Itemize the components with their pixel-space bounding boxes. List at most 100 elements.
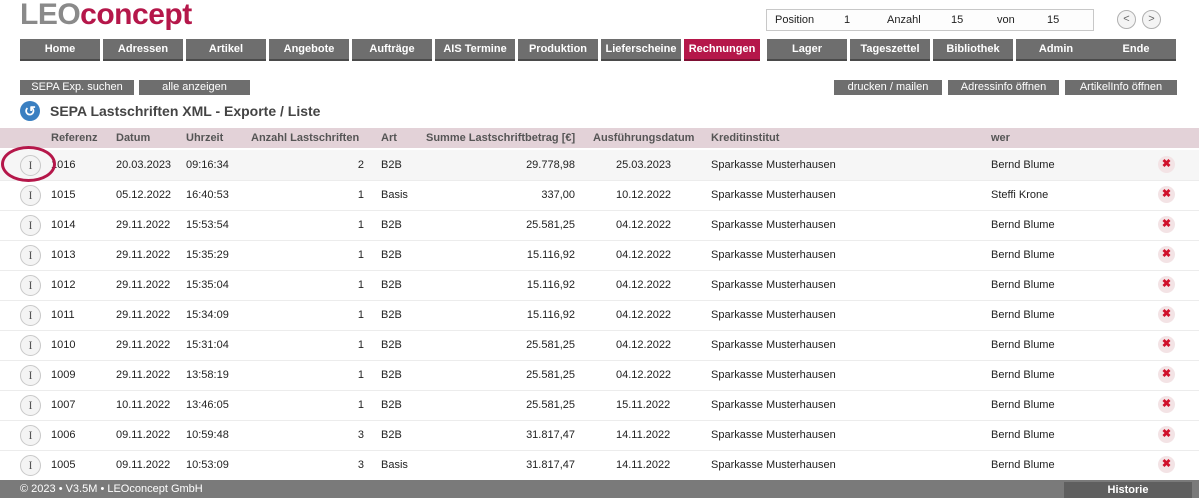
delete-icon[interactable]: ✖ bbox=[1158, 366, 1175, 383]
cell-ref: 1014 bbox=[51, 219, 76, 231]
col-time[interactable]: Uhrzeit bbox=[186, 132, 223, 144]
delete-icon[interactable]: ✖ bbox=[1158, 186, 1175, 203]
menu-item-ende[interactable]: Ende bbox=[1096, 39, 1176, 61]
menu-item-angebote[interactable]: Angebote bbox=[269, 39, 349, 61]
cell-time: 15:53:54 bbox=[186, 219, 229, 231]
menu-item-produktion[interactable]: Produktion bbox=[518, 39, 598, 61]
article-info-button[interactable]: ArtikelInfo öffnen bbox=[1065, 80, 1177, 95]
cell-type: B2B bbox=[381, 399, 402, 411]
cell-date: 09.11.2022 bbox=[116, 459, 171, 471]
delete-icon[interactable]: ✖ bbox=[1158, 306, 1175, 323]
cell-count: 3 bbox=[357, 459, 364, 471]
cell-sum: 337,00 bbox=[541, 189, 575, 201]
history-button[interactable]: Historie bbox=[1064, 482, 1192, 498]
cell-count: 1 bbox=[357, 309, 364, 321]
cell-ref: 1011 bbox=[51, 309, 75, 321]
cell-type: B2B bbox=[381, 219, 402, 231]
cell-exec-date: 04.12.2022 bbox=[616, 279, 672, 291]
count-label: Anzahl bbox=[887, 14, 921, 26]
col-exec-date[interactable]: Ausführungsdatum bbox=[593, 132, 694, 144]
table-row[interactable]: I 1005 09.11.2022 10:53:09 3 Basis 31.817,47 14… bbox=[0, 450, 1199, 481]
col-count[interactable]: Anzahl Lastschriften bbox=[251, 132, 359, 144]
table-row[interactable]: I 1012 29.11.2022 15:35:04 1 B2B 15.116,92 04.1… bbox=[0, 270, 1199, 301]
col-sum[interactable]: Summe Lastschriftbetrag [€] bbox=[426, 132, 575, 144]
cell-type: B2B bbox=[381, 339, 402, 351]
info-icon[interactable]: I bbox=[20, 185, 41, 206]
back-arrow-icon[interactable]: ↺ bbox=[20, 101, 40, 121]
delete-icon[interactable]: ✖ bbox=[1158, 426, 1175, 443]
next-record-button[interactable]: > bbox=[1142, 10, 1161, 29]
info-icon[interactable]: I bbox=[20, 455, 41, 476]
col-type[interactable]: Art bbox=[381, 132, 397, 144]
table-row[interactable]: I 1015 05.12.2022 16:40:53 1 Basis 337,00 10.12… bbox=[0, 180, 1199, 211]
menu-item-admin[interactable]: Admin bbox=[1016, 39, 1096, 61]
table-row[interactable]: I 1011 29.11.2022 15:34:09 1 B2B 15.116,92 04.1… bbox=[0, 300, 1199, 331]
of-label: von bbox=[997, 14, 1015, 26]
cell-count: 1 bbox=[357, 189, 364, 201]
table-header: Referenz Datum Uhrzeit Anzahl Lastschrif… bbox=[0, 128, 1199, 148]
col-bank[interactable]: Kreditinstitut bbox=[711, 132, 779, 144]
menu-item-rechnungen[interactable]: Rechnungen bbox=[684, 39, 760, 61]
delete-icon[interactable]: ✖ bbox=[1158, 246, 1175, 263]
delete-icon[interactable]: ✖ bbox=[1158, 156, 1175, 173]
cell-count: 1 bbox=[357, 339, 364, 351]
info-icon[interactable]: I bbox=[20, 425, 41, 446]
cell-type: B2B bbox=[381, 369, 402, 381]
info-icon[interactable]: I bbox=[20, 395, 41, 416]
table-row[interactable]: I 1007 10.11.2022 13:46:05 1 B2B 25.581,25 15.1… bbox=[0, 390, 1199, 421]
delete-icon[interactable]: ✖ bbox=[1158, 456, 1175, 473]
cell-ref: 1013 bbox=[51, 249, 76, 261]
cell-date: 29.11.2022 bbox=[116, 339, 171, 351]
menu-item-lieferscheine[interactable]: Lieferscheine bbox=[601, 39, 681, 61]
cell-count: 1 bbox=[357, 249, 364, 261]
menu-item-artikel[interactable]: Artikel bbox=[186, 39, 266, 61]
table-row[interactable]: I 1006 09.11.2022 10:59:48 3 B2B 31.817,47 14.1… bbox=[0, 420, 1199, 451]
cell-bank: Sparkasse Musterhausen bbox=[711, 159, 836, 171]
address-info-button[interactable]: Adressinfo öffnen bbox=[948, 80, 1059, 95]
delete-icon[interactable]: ✖ bbox=[1158, 396, 1175, 413]
table-row[interactable]: I 1016 20.03.2023 09:16:34 2 B2B 29.778,98 25.0… bbox=[0, 150, 1199, 181]
info-icon[interactable]: I bbox=[20, 335, 41, 356]
info-icon[interactable]: I bbox=[20, 245, 41, 266]
menu-item-bibliothek[interactable]: Bibliothek bbox=[933, 39, 1013, 61]
table-row[interactable]: I 1013 29.11.2022 15:35:29 1 B2B 15.116,92 04.1… bbox=[0, 240, 1199, 271]
info-icon[interactable]: I bbox=[20, 215, 41, 236]
highlight-annotation bbox=[1, 146, 56, 182]
menu-item-aufträge[interactable]: Aufträge bbox=[352, 39, 432, 61]
show-all-button[interactable]: alle anzeigen bbox=[139, 80, 250, 95]
footer: © 2023 • V3.5M • LEOconcept GmbH Histori… bbox=[0, 480, 1199, 498]
info-icon[interactable]: I bbox=[20, 275, 41, 296]
table-row[interactable]: I 1010 29.11.2022 15:31:04 1 B2B 25.581,25 04.1… bbox=[0, 330, 1199, 361]
sepa-search-button[interactable]: SEPA Exp. suchen bbox=[20, 80, 134, 95]
col-who[interactable]: wer bbox=[991, 132, 1010, 144]
cell-count: 2 bbox=[357, 159, 364, 171]
cell-ref: 1005 bbox=[51, 459, 76, 471]
delete-icon[interactable]: ✖ bbox=[1158, 336, 1175, 353]
cell-date: 05.12.2022 bbox=[116, 189, 172, 201]
info-icon[interactable]: I bbox=[20, 365, 41, 386]
delete-icon[interactable]: ✖ bbox=[1158, 216, 1175, 233]
cell-sum: 25.581,25 bbox=[526, 219, 575, 231]
cell-type: Basis bbox=[381, 459, 408, 471]
cell-bank: Sparkasse Musterhausen bbox=[711, 459, 836, 471]
delete-icon[interactable]: ✖ bbox=[1158, 276, 1175, 293]
menu-item-home[interactable]: Home bbox=[20, 39, 100, 61]
col-ref[interactable]: Referenz bbox=[51, 132, 97, 144]
prev-record-button[interactable]: < bbox=[1117, 10, 1136, 29]
table-row[interactable]: I 1009 29.11.2022 13:58:19 1 B2B 25.581,25 04.1… bbox=[0, 360, 1199, 391]
cell-sum: 25.581,25 bbox=[526, 399, 575, 411]
print-mail-button[interactable]: drucken / mailen bbox=[834, 80, 942, 95]
col-date[interactable]: Datum bbox=[116, 132, 150, 144]
info-icon[interactable]: I bbox=[20, 305, 41, 326]
menu-item-adressen[interactable]: Adressen bbox=[103, 39, 183, 61]
menu-item-lager[interactable]: Lager bbox=[767, 39, 847, 61]
cell-bank: Sparkasse Musterhausen bbox=[711, 309, 836, 321]
menu-item-ais-termine[interactable]: AIS Termine bbox=[435, 39, 515, 61]
page-title: SEPA Lastschriften XML - Exporte / Liste bbox=[50, 103, 321, 119]
cell-date: 09.11.2022 bbox=[116, 429, 171, 441]
menu-item-tageszettel[interactable]: Tageszettel bbox=[850, 39, 930, 61]
cell-date: 29.11.2022 bbox=[116, 369, 171, 381]
cell-count: 1 bbox=[357, 279, 364, 291]
cell-who: Bernd Blume bbox=[991, 249, 1055, 261]
table-row[interactable]: I 1014 29.11.2022 15:53:54 1 B2B 25.581,25 04.1… bbox=[0, 210, 1199, 241]
